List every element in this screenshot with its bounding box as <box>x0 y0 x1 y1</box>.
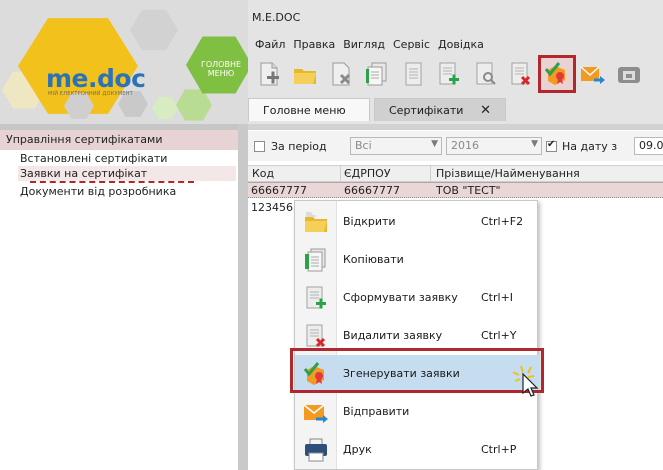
cell-name: ТОВ "ТЕСТ" <box>436 184 501 197</box>
toolbar-search-button[interactable] <box>468 57 502 91</box>
menu-item-shortcut: Ctrl+Y <box>481 329 517 342</box>
sidebar-item-installed-certificates[interactable]: Встановлені сертифікати <box>20 151 240 166</box>
on-date-checkbox[interactable] <box>546 139 557 152</box>
year-select[interactable]: 2016 ▼ <box>446 137 542 155</box>
menu-item-label: Відправити <box>343 405 410 418</box>
chevron-down-icon: ▼ <box>531 139 538 149</box>
main-top-strip <box>248 124 663 130</box>
tab-certificates[interactable]: Сертифікати ✕ <box>374 98 506 121</box>
grid-header: Код ЄДРПОУ Прізвище/Найменування <box>248 165 663 182</box>
create-request-icon <box>439 62 459 85</box>
document-icon <box>405 62 422 86</box>
column-header-edrpou[interactable]: ЄДРПОУ <box>344 167 391 180</box>
menu-item-shortcut: Ctrl+I <box>481 291 514 304</box>
toolbar-delete-request-button[interactable] <box>504 57 538 91</box>
toolbar-new-button[interactable] <box>252 57 286 91</box>
year-select-value: 2016 <box>451 139 479 152</box>
context-menu: Відкрити Ctrl+F2 Копіювати Сформувати за… <box>294 200 539 470</box>
table-row[interactable]: 66667777 66667777 ТОВ "ТЕСТ" <box>248 182 663 198</box>
period-select-value: Всі <box>355 139 372 152</box>
column-separator[interactable] <box>340 166 341 182</box>
tab-label: Сертифікати <box>389 103 464 117</box>
send-envelope-icon <box>580 66 605 84</box>
menu-file[interactable]: Файл <box>254 38 286 51</box>
window-title: M.E.DOC <box>252 11 301 24</box>
logo-panel: me.doc МІЙ ЕЛЕКТРОННИЙ ДОКУМЕНТ ГОЛОВНЕ … <box>0 0 248 124</box>
cell-edrpou: 66667777 <box>344 184 400 197</box>
toolbar-open-button[interactable] <box>288 57 322 91</box>
decor-hexagon <box>130 9 178 51</box>
app-header: M.E.DOC Файл Правка Вигляд Сервіс Довідк… <box>248 0 663 124</box>
toolbar-copy-button[interactable] <box>360 57 394 91</box>
open-folder-icon <box>294 69 316 84</box>
menu-item-create-request[interactable]: Сформувати заявку Ctrl+I <box>295 279 539 317</box>
menu-item-open[interactable]: Відкрити Ctrl+F2 <box>295 203 539 241</box>
menu-item-label: Друк <box>343 443 372 456</box>
column-header-name[interactable]: Прізвище/Найменування <box>436 167 580 180</box>
tab-label: Головне меню <box>263 103 346 117</box>
menu-item-send[interactable]: Відправити <box>295 393 539 431</box>
decor-hexagon <box>152 96 178 120</box>
menu-service[interactable]: Сервіс <box>392 38 431 51</box>
selection-underline <box>30 181 194 183</box>
delete-document-icon <box>332 62 351 86</box>
close-icon[interactable]: ✕ <box>480 103 491 118</box>
highlight-frame <box>290 348 544 393</box>
open-folder-icon <box>305 212 327 232</box>
menu-bar: Файл Правка Вигляд Сервіс Довідка <box>254 38 485 51</box>
menu-edit[interactable]: Правка <box>292 38 336 51</box>
toolbar-send-button[interactable] <box>576 57 610 91</box>
sidebar-section-header: Управління сертифікатами <box>0 130 238 150</box>
cell-code: 123456 <box>251 201 293 214</box>
menu-item-label: Відкрити <box>343 215 396 228</box>
menu-item-shortcut: Ctrl+F2 <box>481 215 524 228</box>
period-label: За період <box>271 140 327 153</box>
copy-document-icon <box>305 248 326 272</box>
delete-request-icon <box>306 324 326 348</box>
print-icon <box>305 438 327 462</box>
main-menu-label[interactable]: ГОЛОВНЕ МЕНЮ <box>193 60 248 78</box>
tab-main-menu[interactable]: Головне меню <box>248 98 370 121</box>
new-document-icon <box>260 62 279 86</box>
on-date-label: На дату з <box>562 140 618 153</box>
menu-item-shortcut: Ctrl+P <box>481 443 517 456</box>
column-header-code[interactable]: Код <box>252 167 274 180</box>
menu-item-label: Видалити заявку <box>343 329 443 342</box>
document-search-icon <box>476 62 496 85</box>
menu-help[interactable]: Довідка <box>437 38 485 51</box>
delete-request-icon <box>511 62 531 86</box>
column-separator[interactable] <box>430 166 431 182</box>
logo-tagline: МІЙ ЕЛЕКТРОННИЙ ДОКУМЕНТ <box>48 91 133 97</box>
tab-strip: Головне меню Сертифікати ✕ <box>248 97 510 121</box>
menu-item-print[interactable]: Друк Ctrl+P <box>295 431 539 469</box>
chevron-down-icon: ▼ <box>431 139 438 149</box>
period-select[interactable]: Всі ▼ <box>350 137 442 155</box>
toolbar-document-button[interactable] <box>396 57 430 91</box>
cell-code: 66667777 <box>251 184 307 197</box>
menu-view[interactable]: Вигляд <box>342 38 386 51</box>
mouse-cursor-icon <box>512 365 539 397</box>
send-envelope-icon <box>303 404 328 423</box>
toolbar-create-request-button[interactable] <box>432 57 466 91</box>
menu-item-copy[interactable]: Копіювати <box>295 241 539 279</box>
copy-document-icon <box>366 62 387 86</box>
filter-bar: За період Всі ▼ 2016 ▼ На дату з 09.0 <box>248 131 663 161</box>
toolbar-delete-button[interactable] <box>324 57 358 91</box>
sidebar-item-certificate-requests[interactable]: Заявки на сертифікат <box>18 166 236 181</box>
toolbar-generate-requests-button[interactable] <box>538 55 576 93</box>
panel-splitter[interactable] <box>238 124 248 470</box>
date-input[interactable]: 09.0 <box>634 137 663 155</box>
toolbar <box>252 55 648 93</box>
menu-item-label: Сформувати заявку <box>343 291 458 304</box>
menu-item-label: Копіювати <box>343 253 404 266</box>
period-checkbox[interactable] <box>254 141 265 152</box>
generate-requests-icon <box>544 62 565 85</box>
app-logo: me.doc <box>46 64 146 93</box>
toolbar-print-button[interactable] <box>612 57 646 91</box>
sidebar-item-developer-documents[interactable]: Документи від розробника <box>20 184 240 199</box>
print-icon <box>618 67 640 83</box>
create-request-icon <box>306 286 326 309</box>
